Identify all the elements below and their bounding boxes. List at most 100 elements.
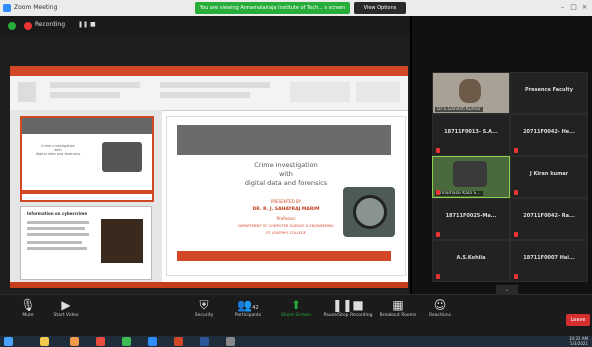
meeting-toolbar: 🎙 Mute ▶ Start Video ⛨ Security 👥42 Part…	[0, 294, 592, 337]
muted-mic-icon	[514, 232, 518, 237]
participant-tile[interactable]: 20711F0042- He...	[510, 114, 588, 156]
participant-tile[interactable]: J Kiran kumar	[510, 156, 588, 198]
participant-video	[459, 79, 481, 103]
participants-count: 42	[252, 305, 259, 311]
participant-tile[interactable]: 20711F0042- Ra...	[510, 198, 588, 240]
zoom-logo-icon	[3, 4, 11, 12]
participant-tile[interactable]: Dr.S.Ganesh Kumar	[432, 72, 510, 114]
media-player-icon[interactable]	[96, 337, 105, 346]
record-dot-icon	[24, 22, 32, 30]
ppt-ribbon-tabs	[10, 66, 408, 76]
participant-gallery: Dr.S.Ganesh Kumar Presence Faculty 18711…	[412, 16, 592, 294]
magnifier-image	[343, 187, 395, 237]
magnifier-icon	[353, 195, 387, 229]
slide-title-line: Crime investigation	[254, 161, 318, 169]
reactions-button[interactable]: ☺ Reactions	[420, 297, 460, 318]
minimize-icon[interactable]: –	[558, 3, 567, 12]
muted-mic-icon	[436, 190, 440, 195]
recording-indicator: Recording ❚❚ ■	[0, 16, 410, 36]
thumbnail-image	[101, 219, 143, 263]
slide-title-line: digital data and forensics	[244, 179, 328, 187]
recording-control-button[interactable]: ❚❚■ Pause/Stop Recording	[322, 297, 374, 318]
participant-name: J Kiran kumar	[529, 171, 569, 177]
pause-stop-icon: ❚❚■	[332, 298, 364, 312]
start-video-label: Start Video	[53, 313, 79, 318]
participant-name: 20711F0042- Ra...	[523, 213, 575, 219]
thumbnail-banner-image	[22, 118, 152, 134]
participant-name: 18711F0013- S.A...	[444, 129, 498, 135]
participant-name: Presence Faculty	[525, 87, 573, 93]
powerpoint-window: Crime investigation with digital data an…	[10, 66, 408, 288]
powerpoint-taskbar-icon[interactable]	[174, 337, 183, 346]
participant-video	[453, 161, 487, 187]
view-options-button[interactable]: View Options	[354, 2, 406, 14]
slide-footer-bar	[177, 251, 391, 261]
recording-controls[interactable]: ❚❚ ■	[78, 21, 96, 28]
ribbon-group	[290, 82, 350, 102]
slide-canvas: Crime investigation with digital data an…	[166, 116, 406, 276]
folder-icon[interactable]	[70, 337, 79, 346]
maximize-icon[interactable]: □	[569, 3, 578, 12]
shield-icon[interactable]	[8, 22, 16, 30]
participants-button[interactable]: 👥42 Participants	[228, 297, 268, 318]
recording-label: Recording	[35, 21, 66, 28]
participant-tile[interactable]: Presence Faculty	[510, 72, 588, 114]
muted-mic-icon	[436, 232, 440, 237]
video-camera-off-icon: ▶	[61, 298, 71, 312]
thumbnail-text-line	[27, 221, 89, 224]
security-button[interactable]: ⛨ Security	[184, 297, 224, 318]
participant-name: Annamalai Kala S...	[435, 191, 483, 196]
thumbnail-text-line	[27, 247, 87, 250]
clock-date: 5/3/2021	[570, 341, 588, 346]
windows-taskbar: 10:22 AM 5/3/2021	[0, 336, 592, 347]
app-taskbar-icon[interactable]	[226, 337, 235, 346]
ribbon-group	[50, 82, 140, 88]
participant-name: Dr.S.Ganesh Kumar	[435, 107, 483, 112]
thumbnail-title: Crime investigation with digital data an…	[28, 144, 88, 156]
participant-tile[interactable]: 18711F0013- S.A...	[432, 114, 510, 156]
ppt-status-bar	[10, 282, 408, 288]
chrome-icon[interactable]	[122, 337, 131, 346]
ribbon-group	[160, 92, 250, 98]
thumbnail-heading: Information on cybercrime	[27, 211, 88, 216]
participant-name: 20711F0042- He...	[523, 129, 575, 135]
muted-mic-icon	[514, 190, 518, 195]
file-explorer-icon[interactable]	[40, 337, 49, 346]
participants-label: Participants	[234, 313, 262, 318]
thumbnail-text-line	[27, 233, 89, 236]
ribbon-group	[356, 82, 400, 102]
ribbon-group	[50, 92, 120, 98]
slide-thumbnail-pane: Crime investigation with digital data an…	[10, 110, 162, 282]
participant-tile[interactable]: A.S.Kohila	[432, 240, 510, 282]
thumbnail-title-line: digital data and forensics	[35, 152, 81, 156]
security-label: Security	[194, 313, 214, 318]
slide-thumbnail-2[interactable]: Information on cybercrime	[20, 206, 152, 280]
participant-name: 18711F0025-Ma...	[445, 213, 497, 219]
share-screen-icon: ⬆	[290, 298, 302, 312]
word-taskbar-icon[interactable]	[200, 337, 209, 346]
windows-start-icon[interactable]	[4, 337, 13, 346]
participant-tile[interactable]: 18711F0025-Ma...	[432, 198, 510, 240]
share-screen-button[interactable]: ⬆ Share Screen	[276, 297, 316, 318]
breakout-rooms-label: Breakout Rooms	[379, 313, 417, 318]
slide-thumbnail-1[interactable]: Crime investigation with digital data an…	[20, 116, 154, 202]
participant-name: 18711F0007 Hai...	[523, 255, 575, 261]
participant-tile[interactable]: Annamalai Kala S...	[432, 156, 510, 198]
muted-mic-icon	[436, 274, 440, 279]
slide-title-line: with	[279, 170, 293, 178]
close-icon[interactable]: ×	[580, 3, 589, 12]
zoom-taskbar-icon[interactable]	[148, 337, 157, 346]
muted-mic-icon	[436, 148, 440, 153]
leave-button[interactable]: Leave	[566, 314, 590, 326]
system-clock[interactable]: 10:22 AM 5/3/2021	[558, 336, 588, 346]
breakout-rooms-button[interactable]: ▦ Breakout Rooms	[378, 297, 418, 318]
screen-share-banner: You are viewing Annamalairaja Institute …	[195, 2, 350, 14]
participant-tile[interactable]: 18711F0007 Hai...	[510, 240, 588, 282]
reactions-label: Reactions	[429, 313, 451, 318]
mute-button[interactable]: 🎙 Mute	[8, 297, 48, 318]
thumbnail-image	[102, 142, 142, 172]
share-screen-label: Share Screen	[281, 313, 311, 318]
ppt-ribbon	[10, 76, 408, 111]
start-video-button[interactable]: ▶ Start Video	[46, 297, 86, 318]
ribbon-group	[160, 82, 270, 88]
